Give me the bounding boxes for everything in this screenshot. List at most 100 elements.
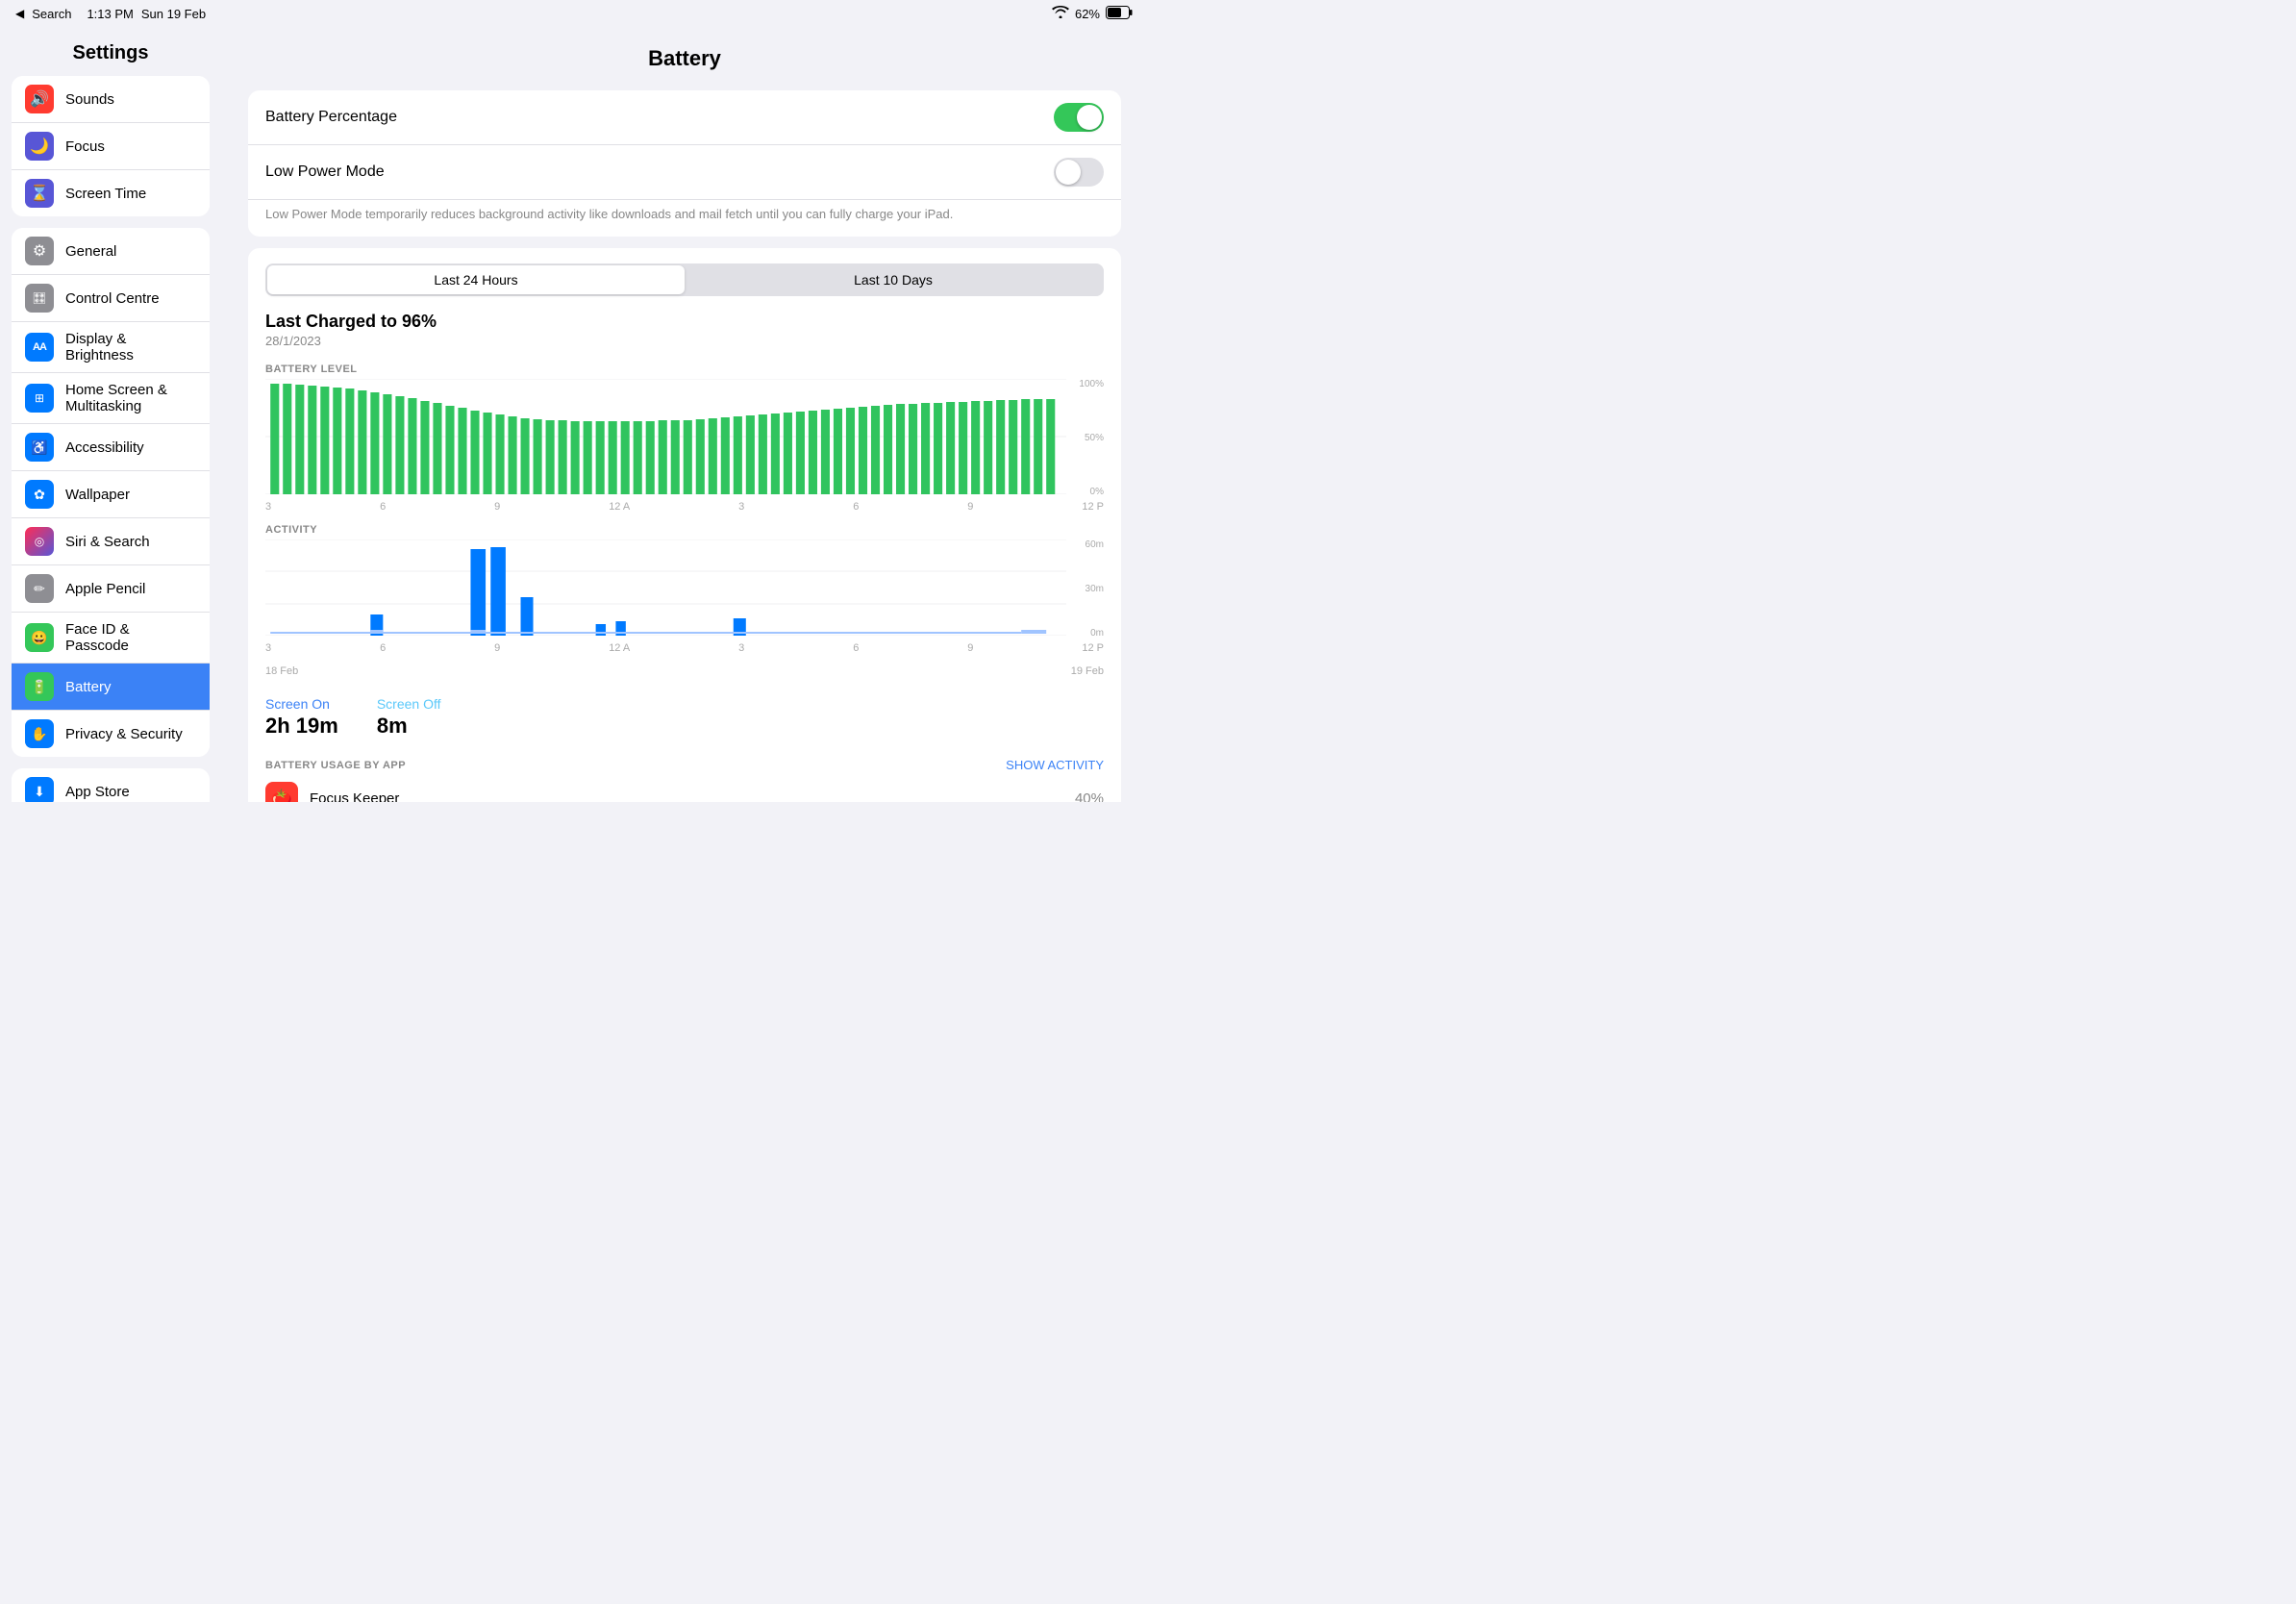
screen-on-value: 2h 19m	[265, 714, 338, 739]
accessibility-icon: ♿	[25, 433, 54, 462]
sidebar-item-focus[interactable]: 🌙 Focus	[12, 123, 210, 170]
app-row-focus-keeper[interactable]: 🍅 Focus Keeper 40%	[265, 772, 1104, 802]
back-arrow: ◀	[15, 7, 24, 20]
apple-pencil-icon: ✏	[25, 574, 54, 603]
screen-time-icon: ⌛	[25, 179, 54, 208]
last-charged-date: 28/1/2023	[265, 334, 1104, 348]
home-screen-label: Home Screen & Multitasking	[65, 382, 196, 414]
battery-toggles-card: Battery Percentage Low Power Mode Low Po…	[248, 90, 1121, 237]
focus-icon: 🌙	[25, 132, 54, 161]
sidebar-item-sounds[interactable]: 🔊 Sounds	[12, 76, 210, 123]
general-label: General	[65, 243, 116, 260]
page-title: Battery	[248, 46, 1121, 71]
sidebar-item-control-centre[interactable]: 🎛 Control Centre	[12, 275, 210, 322]
general-icon: ⚙	[25, 237, 54, 265]
sidebar-item-screen-time[interactable]: ⌛ Screen Time	[12, 170, 210, 216]
app-store-icon: ⬇	[25, 777, 54, 802]
sidebar-item-wallpaper[interactable]: ✿ Wallpaper	[12, 471, 210, 518]
battery-x-labels: 3 6 9 12 A 3 6 9 12 P	[265, 501, 1104, 513]
battery-percentage-label: Battery Percentage	[265, 109, 397, 126]
sidebar-group-3: ⬇ App Store 💳 Wallet	[12, 768, 210, 802]
focus-label: Focus	[65, 138, 105, 155]
battery-chart-container: 100% 50% 0%	[265, 379, 1104, 499]
activity-chart-container: 60m 30m 0m	[265, 539, 1104, 640]
app-pct: 40%	[1075, 790, 1104, 802]
display-icon: AA	[25, 333, 54, 362]
battery-percentage-row: Battery Percentage	[248, 90, 1121, 145]
sidebar-title: Settings	[0, 35, 221, 76]
battery-chart-card: Last 24 Hours Last 10 Days Last Charged …	[248, 248, 1121, 802]
time-segment-control: Last 24 Hours Last 10 Days	[265, 263, 1104, 296]
battery-sidebar-icon: 🔋	[25, 672, 54, 701]
show-activity-button[interactable]: SHOW ACTIVITY	[1006, 758, 1104, 772]
display-label: Display & Brightness	[65, 331, 196, 363]
privacy-label: Privacy & Security	[65, 726, 183, 742]
segment-24h[interactable]: Last 24 Hours	[267, 265, 685, 294]
app-store-label: App Store	[65, 784, 130, 800]
screen-stats: Screen On 2h 19m Screen Off 8m	[265, 690, 1104, 742]
sidebar: Settings 🔊 Sounds 🌙 Focus ⌛ Screen Time …	[0, 27, 221, 802]
siri-icon: ◎	[25, 527, 54, 556]
sidebar-group-1: 🔊 Sounds 🌙 Focus ⌛ Screen Time	[12, 76, 210, 216]
accessibility-label: Accessibility	[65, 439, 144, 456]
low-power-toggle[interactable]	[1054, 158, 1104, 187]
wallpaper-label: Wallpaper	[65, 487, 130, 503]
segment-10d[interactable]: Last 10 Days	[685, 265, 1102, 294]
screen-time-label: Screen Time	[65, 186, 146, 202]
activity-svg	[265, 539, 1066, 636]
battery-percentage-toggle[interactable]	[1054, 103, 1104, 132]
status-bar: ◀ Search 1:13 PM Sun 19 Feb 62%	[0, 0, 1148, 27]
last-charged-text: Last Charged to 96%	[265, 312, 1104, 332]
toggle-thumb-2	[1056, 160, 1081, 185]
battery-chart-main	[265, 379, 1066, 499]
low-power-note: Low Power Mode temporarily reduces backg…	[248, 200, 1121, 237]
status-search: Search	[32, 7, 71, 21]
battery-y-axis: 100% 50% 0%	[1070, 379, 1104, 499]
screen-on-stat: Screen On 2h 19m	[265, 696, 338, 739]
content-area: Battery Battery Percentage Low Power Mod…	[221, 27, 1148, 802]
screen-off-stat: Screen Off 8m	[377, 696, 441, 739]
status-date: Sun 19 Feb	[141, 7, 206, 21]
low-power-row: Low Power Mode	[248, 145, 1121, 200]
privacy-icon: ✋	[25, 719, 54, 748]
screen-off-value: 8m	[377, 714, 441, 739]
sidebar-item-face-id[interactable]: 😀 Face ID & Passcode	[12, 613, 210, 664]
status-time: 1:13 PM	[87, 7, 133, 21]
toggle-thumb	[1077, 105, 1102, 130]
screen-off-label: Screen Off	[377, 696, 441, 712]
usage-header: BATTERY USAGE BY APP SHOW ACTIVITY	[265, 758, 1104, 772]
sidebar-group-2: ⚙ General 🎛 Control Centre AA Display & …	[12, 228, 210, 757]
control-centre-icon: 🎛	[25, 284, 54, 313]
wallpaper-icon: ✿	[25, 480, 54, 509]
face-id-icon: 😀	[25, 623, 54, 652]
sidebar-item-apple-pencil[interactable]: ✏ Apple Pencil	[12, 565, 210, 613]
battery-level-svg	[265, 379, 1066, 494]
siri-label: Siri & Search	[65, 534, 150, 550]
sounds-label: Sounds	[65, 91, 114, 108]
status-bar-left: ◀ Search 1:13 PM Sun 19 Feb	[15, 7, 206, 21]
battery-level-label: BATTERY LEVEL	[265, 363, 1104, 375]
sidebar-item-app-store[interactable]: ⬇ App Store	[12, 768, 210, 802]
sidebar-item-general[interactable]: ⚙ General	[12, 228, 210, 275]
apple-pencil-label: Apple Pencil	[65, 581, 145, 597]
sidebar-item-battery[interactable]: 🔋 Battery	[12, 664, 210, 711]
sidebar-item-display[interactable]: AA Display & Brightness	[12, 322, 210, 373]
sidebar-item-accessibility[interactable]: ♿ Accessibility	[12, 424, 210, 471]
low-power-label: Low Power Mode	[265, 163, 385, 181]
battery-label: Battery	[65, 679, 112, 695]
battery-icon	[1106, 6, 1133, 22]
focus-keeper-icon: 🍅	[265, 782, 298, 802]
x-axis-dates: 18 Feb 19 Feb	[265, 665, 1104, 677]
control-centre-label: Control Centre	[65, 290, 160, 307]
sidebar-item-home-screen[interactable]: ⊞ Home Screen & Multitasking	[12, 373, 210, 424]
status-bar-right: 62%	[1052, 6, 1133, 22]
screen-on-label: Screen On	[265, 696, 338, 712]
face-id-label: Face ID & Passcode	[65, 621, 196, 654]
activity-x-labels: 3 6 9 12 A 3 6 9 12 P	[265, 642, 1104, 654]
activity-chart-main	[265, 539, 1066, 640]
sidebar-item-privacy[interactable]: ✋ Privacy & Security	[12, 711, 210, 757]
activity-y-axis: 60m 30m 0m	[1070, 539, 1104, 640]
sounds-icon: 🔊	[25, 85, 54, 113]
wifi-icon	[1052, 6, 1069, 21]
sidebar-item-siri[interactable]: ◎ Siri & Search	[12, 518, 210, 565]
